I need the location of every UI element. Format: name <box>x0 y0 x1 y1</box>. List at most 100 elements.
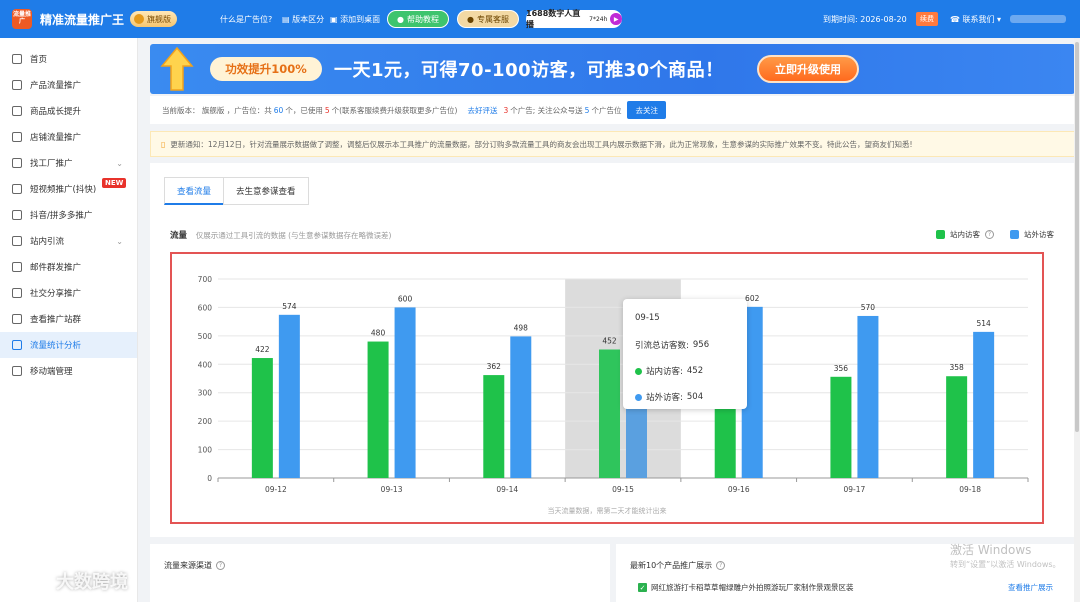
top-bar: 流量推广 精准流量推广王 旗舰版 什么是广告位? ▤ 版本区分 ▣ 添加到桌面 … <box>0 0 1080 38</box>
question-icon[interactable]: ? <box>716 561 726 570</box>
tab-business-advisor[interactable]: 去生意参谋查看 <box>223 177 309 205</box>
sidebar-item-short-video[interactable]: 短视频推广(抖快) NEW <box>0 176 137 202</box>
traffic-panel: 查看流量 去生意参谋查看 流量 仅展示通过工具引流的数据 (与生意参谋数据存在略… <box>150 163 1075 537</box>
chart-title: 流量 <box>170 231 188 241</box>
renew-button[interactable]: 续费 <box>916 12 938 26</box>
data-label: 480 <box>371 329 386 338</box>
tooltip-external-row: 站外访客: 504 <box>635 391 747 403</box>
upgrade-now-button[interactable]: 立即升级使用 <box>757 55 859 83</box>
tooltip-external-value: 504 <box>686 392 704 402</box>
traffic-source-card: 流量来源渠道 ? <box>150 544 610 602</box>
legend-external[interactable]: 站外访客 <box>1010 229 1054 240</box>
x-tick-label: 09-13 <box>381 485 403 494</box>
help-icon: ● <box>397 14 404 24</box>
help-label: 帮助教程 <box>406 14 439 24</box>
sidebar-item-label: 产品流量推广 <box>30 81 82 91</box>
sidebar-item-product-growth[interactable]: 商品成长提升 <box>0 98 137 124</box>
review-reward-link[interactable]: 去好评送 <box>467 105 497 116</box>
tooltip-dot <box>635 393 642 401</box>
x-tick-label: 09-15 <box>612 485 634 494</box>
follow-button[interactable]: 去关注 <box>627 101 666 119</box>
y-tick-label: 100 <box>198 446 213 455</box>
bar <box>599 349 620 478</box>
scrollbar-thumb[interactable] <box>1075 42 1079 432</box>
windows-activation-sub: 转到“设置”以激活 Windows。 <box>950 560 1061 569</box>
video-icon <box>12 184 22 194</box>
bar <box>367 341 389 478</box>
chevron-down-icon: ⌄ <box>116 236 123 246</box>
sidebar-item-traffic-stats[interactable]: 流量统计分析 <box>0 332 137 358</box>
sidebar-item-label: 店铺流量推广 <box>30 133 82 143</box>
add-desktop-link[interactable]: ▣ 添加到桌面 <box>330 14 380 25</box>
promo-banner[interactable]: 功效提升100% 一天1元，可得70-100访客，可推30个商品！ 立即升级使用 <box>150 44 1075 94</box>
data-label: 422 <box>255 345 270 354</box>
x-tick-label: 09-14 <box>496 485 518 494</box>
crown-icon <box>134 14 145 24</box>
sidebar-item-douyin-pdd[interactable]: 抖音/拼多多推广 <box>0 202 137 228</box>
tv-icon <box>12 236 22 246</box>
data-label: 514 <box>976 319 991 328</box>
view-promotion-link[interactable]: 查看推广展示 <box>1008 582 1053 593</box>
bar <box>483 375 505 478</box>
bar <box>830 376 852 478</box>
follow-reward-count: 5 <box>584 105 590 115</box>
mail-icon <box>12 262 22 272</box>
banner-headline: 一天1元，可得70-100访客，可推30个商品！ <box>334 60 724 81</box>
sidebar-item-sites[interactable]: 查看推广站群 <box>0 306 137 332</box>
tooltip-dot <box>635 367 642 375</box>
update-notice: ▯ 更新通知：12月12日，针对流量展示数据做了调整，调整后仅展示本工具推广的流… <box>150 131 1075 157</box>
sidebar-item-label: 短视频推广(抖快) <box>30 185 97 195</box>
slot-total: 60 <box>273 105 284 115</box>
customer-service-button[interactable]: ● 专属客服 <box>457 10 519 28</box>
warning-icon: ▯ <box>161 139 166 149</box>
brand-logo-icon <box>10 570 50 592</box>
chart-footnote: 当天流量数据，需第二天才能统计出来 <box>547 507 667 515</box>
bar <box>946 376 968 478</box>
contact-us-link[interactable]: ☎ 联系我们 ▾ <box>950 14 1001 25</box>
bag-icon <box>12 106 22 116</box>
sidebar-item-label: 商品成长提升 <box>30 107 82 117</box>
sidebar-item-onsite[interactable]: 站内引流 ⌄ <box>0 228 137 254</box>
sidebar-item-product-traffic[interactable]: 产品流量推广 <box>0 72 137 98</box>
tooltip-date: 09-15 <box>635 313 660 323</box>
data-label: 452 <box>602 337 617 346</box>
sidebar-item-mobile[interactable]: 移动端管理 <box>0 358 137 384</box>
edition-text-2: 个，已使用 <box>285 105 323 115</box>
bar <box>251 358 273 478</box>
y-tick-label: 500 <box>198 332 213 341</box>
user-account[interactable] <box>1010 15 1066 23</box>
app-title: 精准流量推广王 <box>40 12 125 27</box>
brand-name: 大数跨境 <box>56 572 128 593</box>
brand-watermark: 大数跨境 <box>10 568 128 594</box>
sidebar-item-store-traffic[interactable]: 店铺流量推广 <box>0 124 137 150</box>
tooltip-internal-row: 站内访客: 452 <box>635 365 747 377</box>
y-tick-label: 400 <box>198 360 213 369</box>
version-diff-link[interactable]: ▤ 版本区分 <box>282 14 324 25</box>
service-label: 专属客服 <box>476 14 509 24</box>
tooltip-internal-label: 站内访客: <box>646 367 683 377</box>
tooltip-total-value: 956 <box>692 340 710 350</box>
question-icon[interactable]: ? <box>985 230 994 239</box>
live-sub-label: 7*24h <box>589 15 608 23</box>
chart-container: 0 100 200 300 400 500 600 700 422 574 09-12 480 600 0… <box>170 252 1044 524</box>
notice-text: 更新通知：12月12日，针对流量展示数据做了调整，调整后仅展示本工具推广的流量数… <box>170 139 913 149</box>
live-stream-button[interactable]: 1688数字人直播 7*24h ▶ <box>526 9 622 29</box>
edition-badge[interactable]: 旗舰版 <box>130 11 178 27</box>
sidebar-item-factory[interactable]: 找工厂推广 ⌄ <box>0 150 137 176</box>
list-item[interactable]: ✓ 网红旅游打卡稻草草帽绿雕户外拍照游玩厂家制作景观景区装 <box>638 582 854 593</box>
sidebar-item-email[interactable]: 邮件群发推广 <box>0 254 137 280</box>
help-tutorial-button[interactable]: ● 帮助教程 <box>387 10 449 28</box>
legend-internal[interactable]: 站内访客 ? <box>936 229 994 240</box>
scrollbar[interactable] <box>1074 38 1080 602</box>
data-label: 356 <box>834 364 849 373</box>
tab-view-traffic[interactable]: 查看流量 <box>164 177 225 205</box>
add-desktop-label: 添加到桌面 <box>340 15 381 24</box>
question-icon[interactable]: ? <box>216 561 225 570</box>
sidebar-item-home[interactable]: 首页 <box>0 46 137 72</box>
edition-text-3: 个(联系客服续费升级获取更多广告位) <box>331 105 458 115</box>
legend-label: 站内访客 <box>950 230 980 239</box>
sidebar-item-social[interactable]: 社交分享推广 <box>0 280 137 306</box>
bar-chart: 0 100 200 300 400 500 600 700 422 574 09-12 480 600 0… <box>198 275 1029 494</box>
chart-icon <box>12 340 22 350</box>
what-is-slot-link[interactable]: 什么是广告位? <box>220 14 272 25</box>
